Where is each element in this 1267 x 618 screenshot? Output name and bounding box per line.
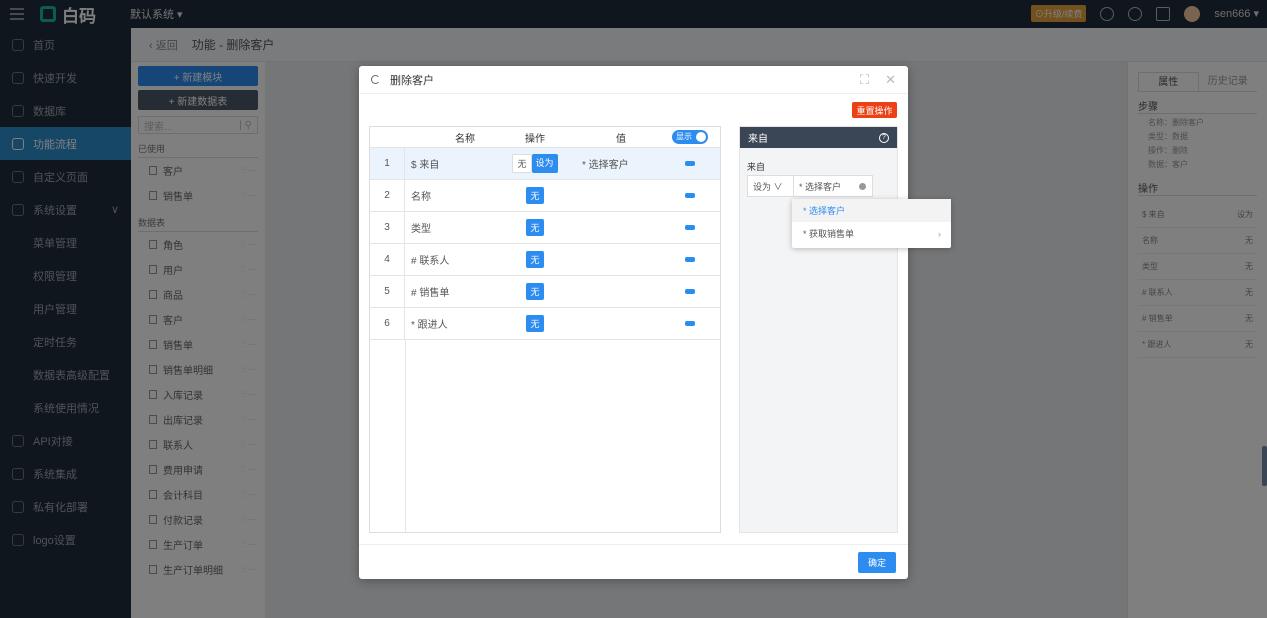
field-table: 名称 操作 值 显示 1 $ 来自 无设为 * 选择客户 2 名称 无 3 类型…: [369, 126, 721, 533]
clear-icon[interactable]: [859, 182, 866, 190]
field-label: 来自: [747, 162, 766, 172]
confirm-button[interactable]: 确定: [858, 552, 896, 573]
value-selector[interactable]: 设为 ∨ * 选择客户: [747, 175, 873, 197]
value-select[interactable]: * 选择客户: [794, 180, 859, 193]
op-none-button[interactable]: 无: [526, 283, 544, 300]
close-icon[interactable]: ✕: [885, 72, 896, 88]
fullscreen-icon[interactable]: ⛶: [860, 72, 869, 88]
dropdown-option[interactable]: * 选择客户: [792, 199, 951, 222]
table-row[interactable]: 6 * 跟进人 无: [370, 308, 720, 340]
chevron-right-icon: ›: [938, 228, 941, 239]
row-switch[interactable]: [685, 193, 695, 198]
panel-title: 来自: [748, 134, 768, 145]
op-none-button[interactable]: 无: [526, 315, 544, 332]
show-all-toggle[interactable]: 显示: [672, 130, 708, 144]
op-none-button[interactable]: 无: [526, 187, 544, 204]
dropdown-option[interactable]: * 获取销售单 ›: [792, 222, 951, 245]
column-header: 值: [616, 133, 626, 145]
op-none-button[interactable]: 无: [526, 251, 544, 268]
table-row[interactable]: 5 # 销售单 无: [370, 276, 720, 308]
op-none-button[interactable]: 无: [512, 154, 532, 173]
reset-button[interactable]: 重置操作: [852, 102, 897, 118]
row-switch[interactable]: [685, 257, 695, 262]
table-row[interactable]: 4 # 联系人 无: [370, 244, 720, 276]
value-dropdown: * 选择客户 * 获取销售单 ›: [792, 199, 951, 248]
op-set-button[interactable]: 设为: [531, 154, 558, 173]
row-switch[interactable]: [685, 321, 695, 326]
table-row[interactable]: 1 $ 来自 无设为 * 选择客户: [370, 148, 720, 180]
side-handle[interactable]: [1262, 446, 1267, 486]
value-panel: 来自? 来自 设为 ∨ * 选择客户: [739, 126, 898, 533]
help-icon[interactable]: ?: [879, 132, 889, 143]
column-header: 名称: [455, 133, 475, 145]
refresh-icon[interactable]: [371, 75, 380, 84]
table-row[interactable]: 3 类型 无: [370, 212, 720, 244]
column-header: 操作: [525, 133, 545, 145]
op-none-button[interactable]: 无: [526, 219, 544, 236]
mode-select[interactable]: 设为 ∨: [748, 176, 794, 196]
row-switch[interactable]: [685, 289, 695, 294]
row-switch[interactable]: [685, 161, 695, 166]
dialog-title: 删除客户: [390, 74, 434, 87]
delete-customer-dialog: 删除客户 ⛶ ✕ 重置操作 名称 操作 值 显示 1 $ 来自 无设为 * 选择客…: [359, 66, 908, 579]
row-switch[interactable]: [685, 225, 695, 230]
table-row[interactable]: 2 名称 无: [370, 180, 720, 212]
